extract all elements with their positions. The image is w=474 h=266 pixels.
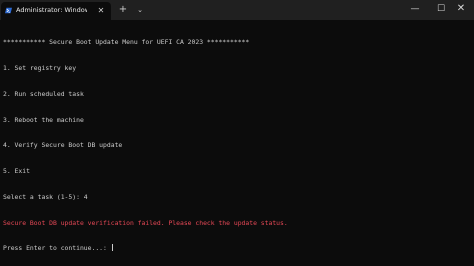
task-prompt: Select a task (1-5): 4 <box>3 192 88 201</box>
menu-header: *********** Secure Boot Update Menu for … <box>3 38 250 47</box>
tab-administrator-powershell[interactable]: Administrator: Windows Pow ✕ <box>1 2 111 20</box>
tab-title: Administrator: Windows Pow <box>16 6 87 14</box>
title-bar[interactable]: Administrator: Windows Pow ✕ + ⌄ — ☐ ✕ <box>0 0 474 20</box>
close-window-button[interactable]: ✕ <box>448 0 474 18</box>
menu-option: 5. Exit <box>3 167 30 176</box>
chevron-down-icon[interactable]: ⌄ <box>134 3 146 17</box>
minimize-button[interactable]: — <box>402 0 428 18</box>
menu-option: 3. Reboot the machine <box>3 115 84 124</box>
error-message: Secure Boot DB update verification faile… <box>3 218 288 227</box>
text-cursor <box>111 244 113 252</box>
powershell-icon <box>5 7 12 14</box>
continue-prompt: Press Enter to continue...: <box>3 244 111 253</box>
continue-line[interactable]: Press Enter to continue...: <box>3 244 471 253</box>
terminal-window: Administrator: Windows Pow ✕ + ⌄ — ☐ ✕ *… <box>0 0 474 266</box>
console-output[interactable]: *********** Secure Boot Update Menu for … <box>3 21 471 266</box>
menu-option: 2. Run scheduled task <box>3 89 84 98</box>
menu-option: 4. Verify Secure Boot DB update <box>3 141 123 150</box>
close-tab-icon[interactable]: ✕ <box>96 6 106 16</box>
menu-option: 1. Set registry key <box>3 63 77 72</box>
new-tab-button[interactable]: + <box>117 3 129 17</box>
